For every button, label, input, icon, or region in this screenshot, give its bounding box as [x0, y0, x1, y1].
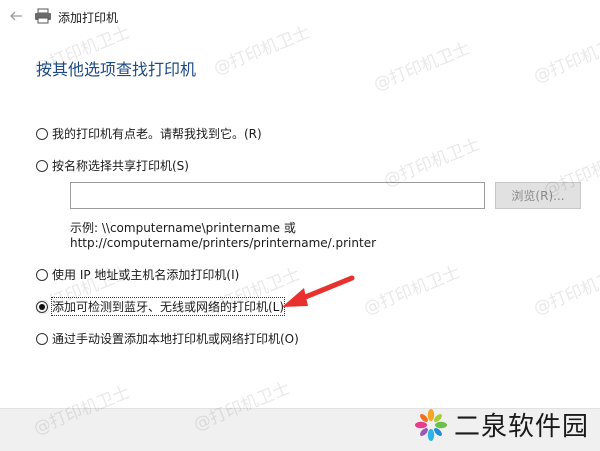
annotation-arrow-icon: [282, 275, 355, 307]
watermark: @打印机卫士: [370, 38, 473, 96]
option-bluetooth-wireless[interactable]: 添加可检测到蓝牙、无线或网络的打印机(L): [36, 297, 286, 316]
example-line-1: 示例: \\computername\printername 或: [70, 221, 296, 235]
back-arrow-icon[interactable]: [8, 8, 24, 24]
option-label: 使用 IP 地址或主机名添加打印机(I): [52, 268, 240, 282]
option-old-printer[interactable]: 我的打印机有点老。请帮我找到它。(R): [36, 125, 262, 142]
radio-manual-local[interactable]: [36, 332, 48, 345]
radio-ip-address[interactable]: [36, 268, 48, 281]
option-label: 通过手动设置添加本地打印机或网络打印机(O): [52, 332, 299, 346]
radio-old-printer[interactable]: [36, 127, 48, 140]
browse-button[interactable]: 浏览(R)...: [495, 182, 581, 209]
window-title: 添加打印机: [58, 11, 119, 25]
share-name-input[interactable]: [70, 182, 485, 209]
logo-flower-icon: [415, 409, 447, 441]
title-bar: 添加打印机: [0, 0, 600, 34]
watermark: @打印机卫士: [530, 262, 600, 320]
option-manual-local[interactable]: 通过手动设置添加本地打印机或网络打印机(O): [36, 330, 299, 347]
watermark: @打印机卫士: [530, 30, 600, 88]
printer-icon: [35, 8, 51, 24]
option-label: 添加可检测到蓝牙、无线或网络的打印机(L): [50, 297, 286, 316]
logo-text: 二泉软件园: [454, 412, 590, 442]
radio-bluetooth-wireless[interactable]: [36, 300, 48, 313]
radio-shared-by-name[interactable]: [36, 159, 48, 172]
option-ip-address[interactable]: 使用 IP 地址或主机名添加打印机(I): [36, 266, 239, 283]
example-line-2: http://computername/printers/printername…: [70, 236, 377, 250]
option-shared-by-name[interactable]: 按名称选择共享打印机(S): [36, 157, 189, 174]
option-label: 我的打印机有点老。请帮我找到它。(R): [52, 127, 262, 141]
option-label: 按名称选择共享打印机(S): [52, 159, 189, 173]
page-heading: 按其他选项查找打印机: [36, 60, 197, 79]
